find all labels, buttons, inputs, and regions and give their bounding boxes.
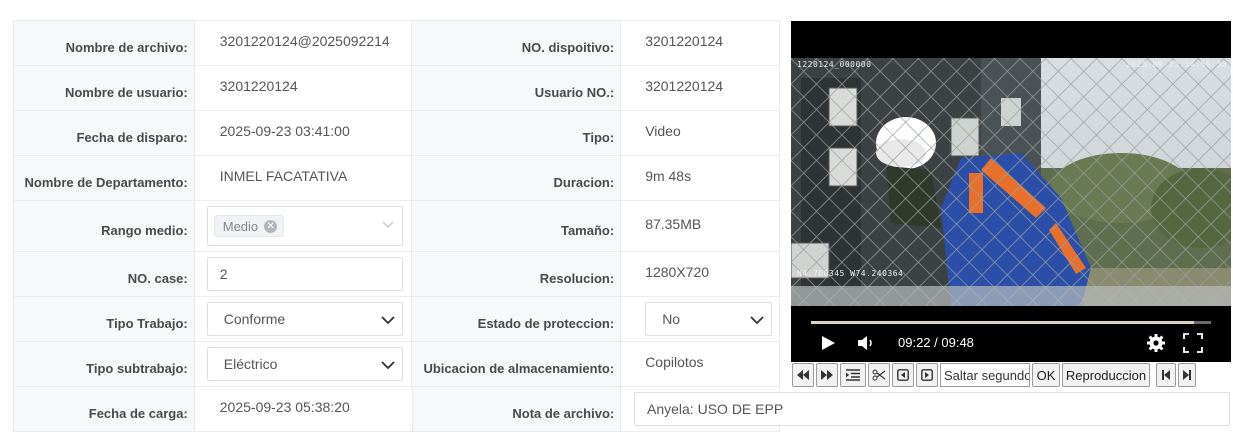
osd-device-id: 1220124_000000: [797, 60, 872, 69]
user-no-value: 3201220124: [621, 66, 780, 110]
protection-select[interactable]: No: [645, 302, 773, 336]
chevron-down-icon: [381, 361, 395, 370]
file-note-label: Nota de archivo:: [412, 387, 622, 431]
fullscreen-icon[interactable]: [1183, 333, 1203, 353]
subwork-type-label: Tipo subtrabajo:: [14, 342, 195, 386]
upload-date-label: Fecha de carga:: [14, 387, 195, 431]
chevron-down-icon: [381, 316, 395, 325]
row-department: Nombre de Departamento: INMEL FACATATIVA…: [14, 156, 780, 201]
range-cell: Medio ✕: [195, 201, 413, 251]
progress-fill: [811, 321, 1194, 324]
row-work-type: Tipo Trabajo: Conforme Estado de protecc…: [14, 297, 780, 342]
type-label: Tipo:: [412, 111, 622, 155]
storage-label: Ubicacion de almacenamiento:: [412, 342, 622, 386]
fast-forward-icon: [821, 370, 833, 380]
fast-forward-button[interactable]: [816, 363, 838, 387]
duration-value: 9m 48s: [621, 156, 780, 200]
range-multiselect[interactable]: Medio ✕: [206, 206, 403, 246]
user-name-label: Nombre de usuario:: [14, 66, 195, 110]
department-value: INMEL FACATATIVA: [195, 156, 413, 200]
range-tag: Medio ✕: [213, 215, 285, 237]
size-label: Tamaño:: [412, 201, 622, 251]
time-display: 09:22 / 09:48: [898, 335, 974, 350]
protection-label: Estado de proteccion:: [412, 297, 622, 341]
resolution-label: Resolucion:: [412, 252, 622, 296]
protection-text: No: [662, 311, 681, 327]
video-player[interactable]: 1220124_000000 2025-09-23 14:50:38 N4.70…: [791, 21, 1231, 362]
row-range: Rango medio: Medio ✕ Tamaño: 87.35MB: [14, 201, 780, 252]
clip-button[interactable]: [868, 363, 890, 387]
trigger-date-label: Fecha de disparo:: [14, 111, 195, 155]
range-tag-text: Medio: [222, 218, 259, 234]
gear-icon[interactable]: [1146, 333, 1166, 353]
storage-value: Copilotos: [621, 342, 780, 386]
skip-start-button[interactable]: [1156, 363, 1176, 387]
subwork-type-select[interactable]: Eléctrico: [206, 347, 403, 381]
department-label: Nombre de Departamento:: [14, 156, 195, 200]
work-type-cell: Conforme: [195, 297, 413, 341]
type-value: Video: [621, 111, 780, 155]
skip-end-icon: [1183, 370, 1191, 380]
duration-label: Duracion:: [412, 156, 622, 200]
resolution-value: 1280X720: [621, 252, 780, 296]
range-label: Rango medio:: [14, 201, 195, 251]
ok-button[interactable]: OK: [1032, 363, 1060, 387]
rewind-icon: [797, 370, 809, 380]
user-name-value: 3201220124: [195, 66, 413, 110]
case-no-text: 2: [219, 266, 228, 282]
file-info-grid: Nombre de archivo: 3201220124@2025092214…: [13, 20, 780, 432]
skip-end-button[interactable]: [1178, 363, 1196, 387]
size-value: 87.35MB: [621, 201, 780, 251]
chevron-down-icon: [750, 316, 764, 325]
prev-frame-icon: [897, 369, 909, 381]
next-frame-button[interactable]: [916, 363, 938, 387]
user-no-label: Usuario NO.:: [412, 66, 622, 110]
case-no-label: NO. case:: [14, 252, 195, 296]
work-type-text: Conforme: [223, 311, 286, 327]
rewind-button[interactable]: [792, 363, 814, 387]
row-case-no: NO. case: 2 Resolucion: 1280X720: [14, 252, 780, 297]
scissors-icon: [872, 369, 886, 381]
list-icon: [846, 369, 860, 381]
file-name-label: Nombre de archivo:: [14, 21, 195, 65]
skip-seconds-input[interactable]: Saltar segundos: [940, 363, 1030, 387]
progress-bar[interactable]: [811, 321, 1211, 324]
protection-cell: No: [621, 297, 780, 341]
prev-frame-button[interactable]: [892, 363, 914, 387]
subwork-type-text: Eléctrico: [223, 356, 278, 372]
play-icon[interactable]: [820, 335, 836, 351]
row-subwork-type: Tipo subtrabajo: Eléctrico Ubicacion de …: [14, 342, 780, 387]
row-trigger-date: Fecha de disparo: 2025-09-23 03:41:00 Ti…: [14, 111, 780, 156]
file-name-value: 3201220124@2025092214: [195, 21, 413, 65]
row-user-name: Nombre de usuario: 3201220124 Usuario NO…: [14, 66, 780, 111]
osd-timestamp: 2025-09-23 14:50:38: [1125, 60, 1227, 69]
next-frame-icon: [921, 369, 933, 381]
playback-toolbar: Saltar segundos OK Reproduccion: [791, 362, 1231, 388]
upload-date-value: 2025-09-23 05:38:20: [195, 387, 413, 431]
tag-remove-icon[interactable]: ✕: [264, 219, 278, 233]
media-detail-panel: Nombre de archivo: 3201220124@2025092214…: [0, 0, 1233, 439]
playback-button[interactable]: Reproduccion: [1062, 363, 1150, 387]
subwork-type-cell: Eléctrico: [195, 342, 413, 386]
chevron-down-icon: [382, 221, 394, 228]
work-type-select[interactable]: Conforme: [206, 302, 403, 336]
trigger-date-value: 2025-09-23 03:41:00: [195, 111, 413, 155]
case-no-input[interactable]: 2: [206, 257, 403, 291]
video-frame[interactable]: 1220124_000000 2025-09-23 14:50:38 N4.70…: [791, 58, 1231, 306]
list-button[interactable]: [840, 363, 866, 387]
row-file-name: Nombre de archivo: 3201220124@2025092214…: [14, 21, 780, 66]
device-no-value: 3201220124: [621, 21, 780, 65]
volume-icon[interactable]: [857, 335, 877, 351]
case-no-cell: 2: [195, 252, 413, 296]
osd-gps-coords: N4.700345 W74.240364: [797, 269, 904, 278]
skip-start-icon: [1162, 370, 1170, 380]
work-type-label: Tipo Trabajo:: [14, 297, 195, 341]
file-note-input[interactable]: Anyela: USO DE EPP: [634, 392, 1230, 426]
file-note-text: Anyela: USO DE EPP: [647, 401, 784, 417]
device-no-label: NO. dispoitivo:: [412, 21, 622, 65]
skip-seconds-text: Saltar segundos: [944, 367, 1030, 383]
